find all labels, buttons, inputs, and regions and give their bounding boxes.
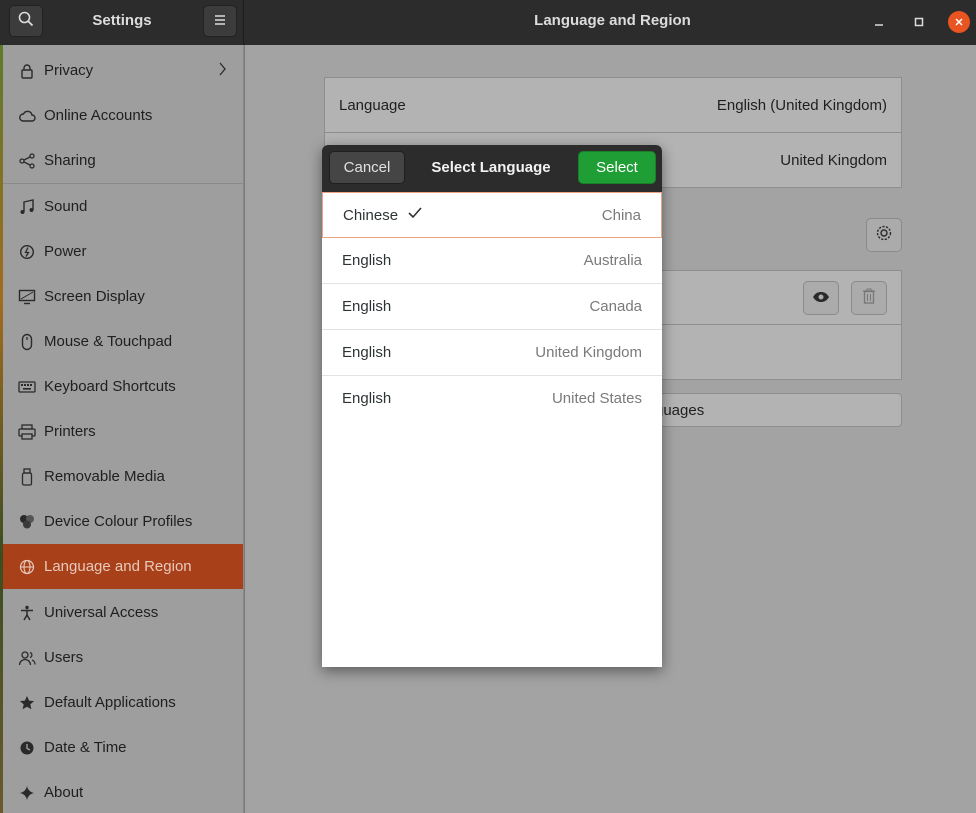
sidebar-item-default-applications[interactable]: Default Applications (3, 680, 243, 725)
users-icon (13, 650, 41, 666)
clock-icon (13, 740, 41, 756)
formats-value: United Kingdom (780, 152, 887, 169)
language-name: English (342, 298, 392, 315)
sidebar-item-label: Device Colour Profiles (44, 513, 193, 530)
sidebar-item-screen-display[interactable]: Screen Display (3, 274, 243, 319)
sidebar-item-device-colour-profiles[interactable]: Device Colour Profiles (3, 499, 243, 544)
select-language-dialog: Cancel Select Language Select Chinese Ch… (322, 145, 662, 667)
hamburger-icon (213, 13, 227, 30)
language-name: Chinese (343, 207, 399, 224)
sidebar-item-sharing[interactable]: Sharing (3, 138, 243, 183)
search-button[interactable] (9, 5, 43, 37)
sidebar-item-removable-media[interactable]: Removable Media (3, 454, 243, 499)
power-icon (13, 244, 41, 260)
language-name: English (342, 390, 392, 407)
language-name: English (342, 344, 392, 361)
close-button[interactable] (948, 11, 970, 33)
dialog-title: Select Language (431, 159, 551, 176)
color-profile-icon (13, 514, 41, 530)
sparkle-icon (13, 785, 41, 801)
sidebar-item-label: Printers (44, 423, 96, 440)
sidebar-item-label: Sharing (44, 152, 96, 169)
eye-icon (812, 290, 830, 307)
language-row-english-united-states[interactable]: English United States (322, 376, 662, 422)
sidebar-item-date-time[interactable]: Date & Time (3, 725, 243, 770)
display-icon (13, 289, 41, 305)
search-icon (18, 11, 34, 31)
sidebar-item-language-and-region[interactable]: Language and Region (3, 544, 243, 589)
language-label: Language (339, 97, 406, 114)
language-region: United States (551, 390, 642, 407)
preview-input-source-button[interactable] (803, 281, 839, 315)
minimize-icon (874, 14, 884, 31)
sidebar-header: Settings (0, 0, 244, 45)
printer-icon (13, 423, 41, 440)
sidebar-item-mouse-touchpad[interactable]: Mouse & Touchpad (3, 319, 243, 364)
input-source-options-button[interactable] (866, 218, 902, 252)
select-button[interactable]: Select (578, 151, 656, 184)
music-note-icon (13, 198, 41, 215)
trash-icon (862, 288, 876, 308)
sidebar-item-sound[interactable]: Sound (3, 184, 243, 229)
language-value: English (United Kingdom) (716, 97, 887, 114)
dialog-header: Cancel Select Language Select (322, 145, 662, 192)
maximize-icon (914, 14, 924, 31)
language-region: United Kingdom (535, 344, 642, 361)
language-row[interactable]: Language English (United Kingdom) (325, 78, 901, 133)
usb-icon (13, 467, 41, 486)
chevron-right-icon (217, 62, 227, 80)
sidebar-item-label: About (44, 784, 84, 801)
sidebar-item-label: Removable Media (44, 468, 165, 485)
sidebar-item-label: Users (44, 649, 84, 666)
sidebar-item-keyboard-shortcuts[interactable]: Keyboard Shortcuts (3, 364, 243, 409)
page-title: Language and Region (534, 12, 691, 29)
sidebar-item-about[interactable]: About (3, 770, 243, 813)
sidebar-item-printers[interactable]: Printers (3, 409, 243, 454)
sidebar-item-label: Sound (44, 198, 88, 215)
checkmark-icon (407, 206, 423, 224)
sidebar-item-label: Default Applications (44, 694, 176, 711)
gear-icon (875, 224, 893, 246)
language-row-chinese-china[interactable]: Chinese China (322, 192, 662, 238)
mouse-icon (13, 333, 41, 351)
close-icon (954, 14, 964, 31)
share-icon (13, 152, 41, 169)
star-icon (13, 695, 41, 711)
sidebar-item-label: Universal Access (44, 604, 159, 621)
sidebar-item-label: Keyboard Shortcuts (44, 378, 176, 395)
sidebar-item-label: Privacy (44, 62, 94, 79)
sidebar-item-label: Date & Time (44, 739, 127, 756)
language-row-english-united-kingdom[interactable]: English United Kingdom (322, 330, 662, 376)
app-title: Settings (92, 12, 152, 29)
maximize-button[interactable] (908, 11, 930, 33)
lock-icon (13, 63, 41, 79)
header-bar: Settings Language and Region (0, 0, 976, 45)
language-region: Australia (583, 252, 642, 269)
language-region: China (601, 207, 641, 224)
sidebar-item-users[interactable]: Users (3, 635, 243, 680)
sidebar-item-label: Language and Region (44, 558, 192, 575)
language-row-english-australia[interactable]: English Australia (322, 238, 662, 284)
sidebar-item-label: Power (44, 243, 87, 260)
language-row-english-canada[interactable]: English Canada (322, 284, 662, 330)
language-region: Canada (589, 298, 642, 315)
sidebar-item-online-accounts[interactable]: Online Accounts (3, 93, 243, 138)
cloud-icon (13, 109, 41, 123)
manage-languages-label: guages (655, 402, 705, 419)
globe-icon (13, 559, 41, 575)
sidebar: Privacy Online Accounts Sharing Sound Po… (0, 45, 244, 813)
keyboard-icon (13, 380, 41, 393)
remove-input-source-button[interactable] (851, 281, 887, 315)
menu-button[interactable] (203, 5, 237, 37)
sidebar-item-privacy[interactable]: Privacy (3, 48, 243, 93)
cancel-button[interactable]: Cancel (329, 151, 405, 184)
language-name: English (342, 252, 392, 269)
sidebar-item-power[interactable]: Power (3, 229, 243, 274)
sidebar-item-label: Online Accounts (44, 107, 153, 124)
accessibility-icon (13, 605, 41, 621)
minimize-button[interactable] (868, 11, 890, 33)
sidebar-item-universal-access[interactable]: Universal Access (3, 590, 243, 635)
sidebar-item-label: Screen Display (44, 288, 145, 305)
sidebar-item-label: Mouse & Touchpad (44, 333, 173, 350)
